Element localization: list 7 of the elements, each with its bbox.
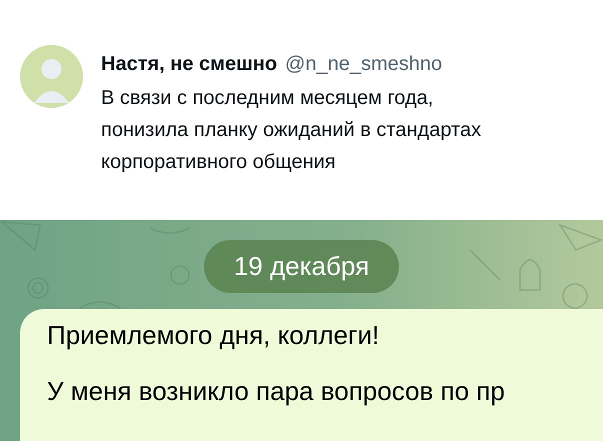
author-handle: @n_ne_smeshno xyxy=(285,53,442,76)
tweet-text: В связи с последним месяцем года, понизила планку ожиданий в стандартах корпоративного общения xyxy=(101,86,482,175)
message-text: У меня возникло пара вопросов по пр xyxy=(47,375,506,407)
author-name: Настя, не смешно xyxy=(101,53,278,76)
date-badge: 19 декабря xyxy=(204,240,400,293)
message-text: Приемлемого дня, коллеги! xyxy=(47,319,380,351)
avatar xyxy=(20,45,83,108)
